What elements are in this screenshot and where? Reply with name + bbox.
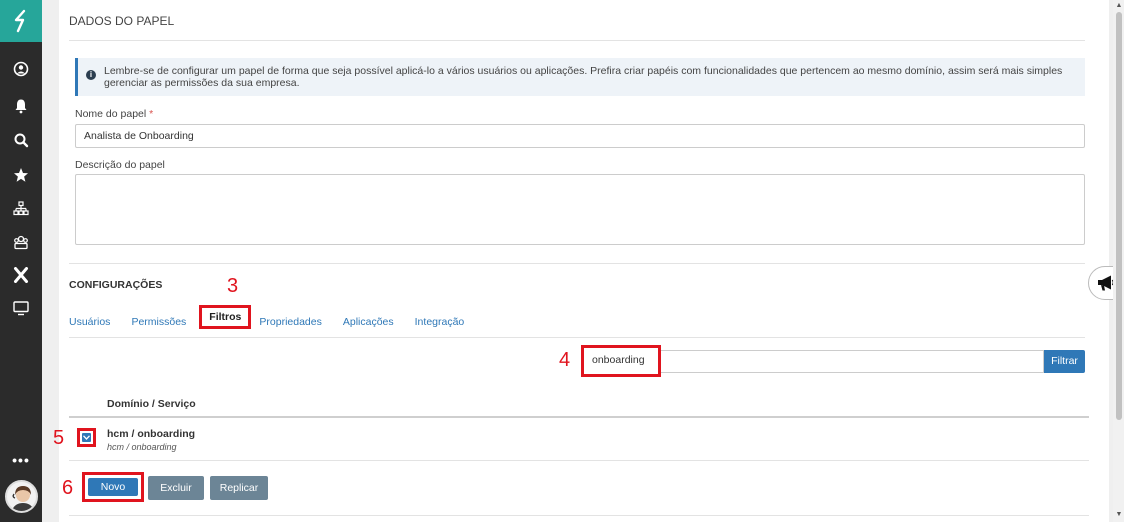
row-subtitle: hcm / onboarding: [107, 442, 177, 452]
name-input[interactable]: Analista de Onboarding: [75, 124, 1085, 148]
required-mark: *: [149, 108, 154, 120]
search-icon[interactable]: [0, 127, 42, 153]
column-header: Domínio / Serviço: [107, 398, 196, 410]
search-input[interactable]: onboarding: [581, 345, 661, 377]
tab-propriedades[interactable]: Propriedades: [259, 313, 321, 335]
tab-permissoes[interactable]: Permissões: [131, 313, 186, 335]
config-title: CONFIGURAÇÕES: [69, 279, 163, 291]
avatar[interactable]: [5, 480, 38, 513]
section-title: DADOS DO PAPEL: [69, 14, 175, 28]
sidebar: •••: [0, 0, 42, 522]
tab-usuarios[interactable]: Usuários: [69, 313, 110, 335]
main-card: DADOS DO PAPEL i Lembre-se de configurar…: [53, 0, 1109, 522]
info-icon: i: [86, 70, 96, 80]
divider: [69, 263, 1085, 264]
info-text: Lembre-se de configurar um papel de form…: [104, 65, 1063, 89]
more-menu-button[interactable]: •••: [0, 452, 42, 468]
user-circle-icon[interactable]: [0, 56, 42, 82]
replicate-button[interactable]: Replicar: [210, 476, 268, 500]
logo-icon[interactable]: [0, 0, 42, 42]
scroll-down-icon[interactable]: ▼: [1115, 511, 1123, 519]
annotation-step-3: 3: [227, 275, 239, 297]
divider: [69, 515, 1089, 516]
delete-button[interactable]: Excluir: [148, 476, 204, 500]
chevron-down-icon: [82, 433, 91, 442]
expand-row-button[interactable]: [77, 428, 96, 447]
scroll-thumb[interactable]: [1116, 12, 1122, 420]
bell-icon[interactable]: [0, 93, 42, 119]
x-icon[interactable]: [0, 262, 42, 288]
app-root: ••• DADOS DO PAPEL i Lembre-se de config…: [0, 0, 1124, 522]
team-icon[interactable]: [0, 229, 42, 255]
new-button-frame: Novo: [82, 472, 144, 502]
table-header-divider: [69, 416, 1089, 418]
description-textarea[interactable]: [75, 174, 1085, 245]
new-button[interactable]: Novo: [88, 478, 138, 496]
annotation-step-5: 5: [53, 427, 65, 449]
tab-aplicacoes[interactable]: Aplicações: [343, 313, 394, 335]
divider: [69, 460, 1089, 461]
row-title: hcm / onboarding: [107, 428, 196, 440]
monitor-icon[interactable]: [0, 295, 42, 321]
name-label: Nome do papel *: [75, 108, 153, 120]
scrollbar[interactable]: ▲ ▼: [1113, 0, 1124, 522]
org-chart-icon[interactable]: [0, 196, 42, 222]
description-label: Descrição do papel: [75, 159, 165, 171]
divider: [69, 337, 1085, 338]
star-icon[interactable]: [0, 162, 42, 188]
config-tabs: Usuários Permissões Filtros Propriedades…: [69, 305, 485, 335]
filter-button[interactable]: Filtrar: [1044, 350, 1085, 373]
tab-integracao[interactable]: Integração: [415, 313, 465, 335]
info-alert: i Lembre-se de configurar um papel de fo…: [75, 58, 1085, 96]
tab-filtros[interactable]: Filtros: [199, 305, 252, 329]
divider: [69, 40, 1085, 41]
scroll-up-icon[interactable]: ▲: [1115, 2, 1123, 10]
annotation-step-4: 4: [559, 349, 571, 371]
annotation-step-6: 6: [62, 477, 74, 499]
name-label-text: Nome do papel: [75, 108, 147, 120]
